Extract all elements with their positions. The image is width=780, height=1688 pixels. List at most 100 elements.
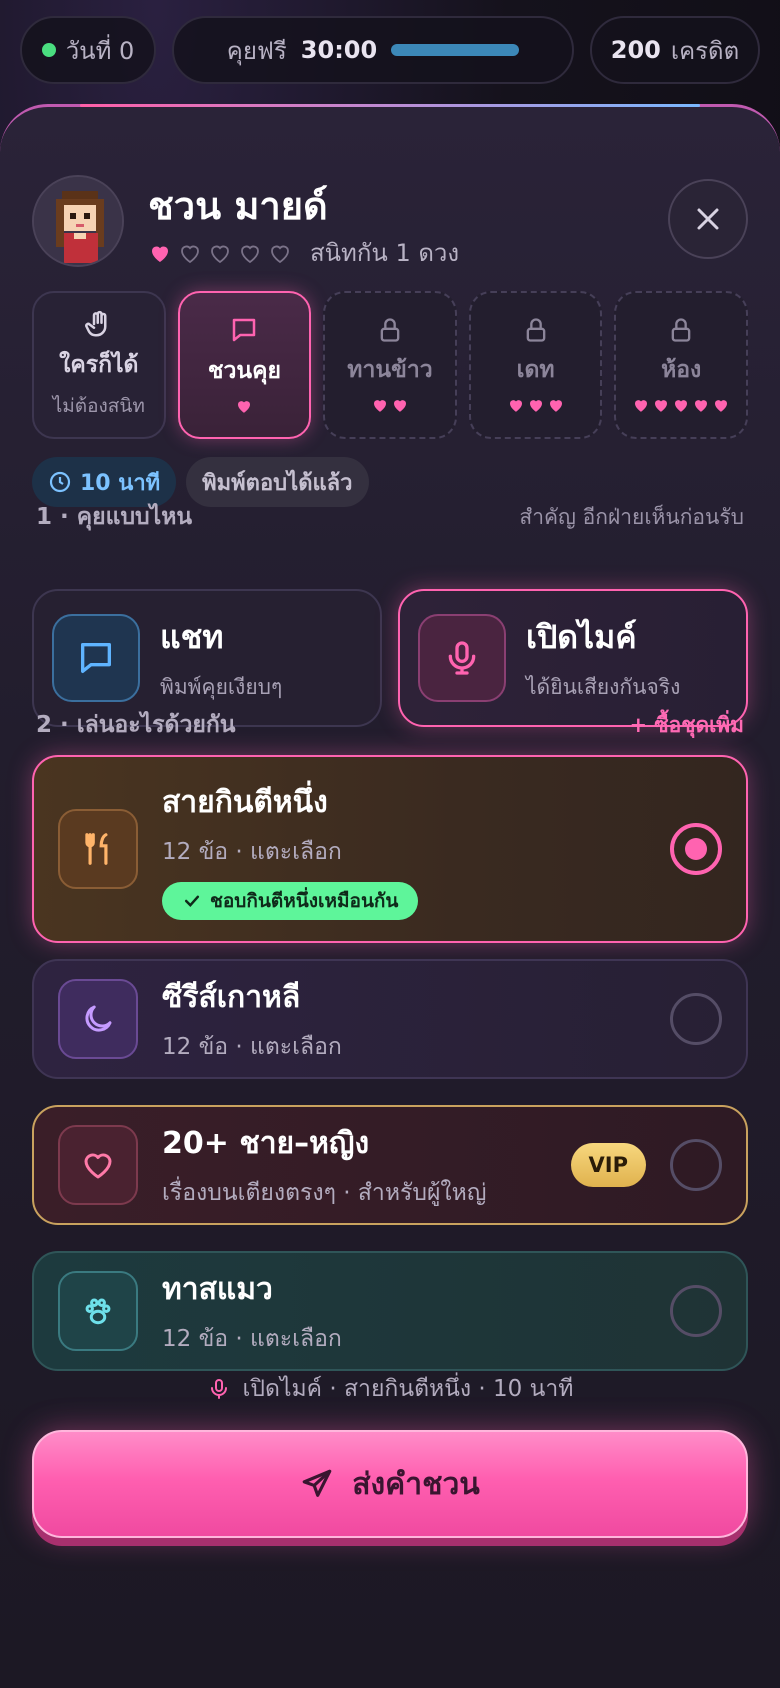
invite-type-label: ชวนคุย [207, 358, 281, 384]
lock-icon [380, 318, 400, 342]
paw-icon [85, 1298, 111, 1325]
topic-title: ซีรีส์เกาหลี [162, 979, 301, 1015]
day-pill: วันที่ 0 [20, 16, 156, 84]
heart-icon [509, 400, 522, 412]
online-dot [41, 43, 56, 57]
free-time: 30:00 [300, 36, 378, 64]
mic-icon [448, 641, 476, 675]
mode-icon-box [52, 614, 140, 702]
heart-icon [549, 400, 562, 412]
heart-empty-icon [181, 245, 199, 263]
match-badge-label: ชอบกินตีหนึ่งเหมือนกัน [210, 889, 399, 912]
send-invite-button[interactable]: ส่งคำชวน [32, 1430, 748, 1538]
topic-icon-box [58, 979, 138, 1059]
free-label: คุยฟรี [226, 36, 287, 65]
vip-badge: VIP [570, 1143, 646, 1187]
chat-icon [81, 643, 112, 673]
affinity-label: สนิทกัน 1 ดวง [310, 239, 460, 267]
invite-type-label: ทานข้าว [347, 357, 433, 383]
topic-icon-box [58, 1271, 138, 1351]
invite-type-label: ใครก็ได้ [59, 352, 139, 378]
affinity-hearts: สนิทกัน 1 ดวง [148, 233, 459, 272]
topic-title: สายกินตีหนึ่ง [162, 784, 328, 820]
heart-icon [675, 400, 688, 412]
invite-type-dinner[interactable]: ทานข้าว [323, 291, 457, 439]
send-invite-label: ส่งคำชวน [352, 1466, 480, 1502]
topic-radio[interactable] [670, 1139, 722, 1191]
status-bar: วันที่ 0 คุยฟรี 30:00 200 เครดิต [20, 16, 760, 84]
topic-icon-box [58, 809, 138, 889]
avatar [32, 175, 124, 267]
heart-icon [655, 400, 668, 412]
close-icon [697, 208, 719, 230]
credits-value: 200 [610, 36, 661, 64]
invite-type-chat[interactable]: ชวนคุย [177, 291, 312, 439]
topic-radio[interactable] [670, 993, 722, 1045]
topic-radio-selected[interactable] [670, 823, 722, 875]
avatar-image [34, 177, 122, 265]
utensils-icon [85, 833, 108, 865]
section-topic-title: 2 · เล่นอะไรด้วยกัน [36, 712, 236, 738]
mode-sub: พิมพ์คุยเงียบๆ [160, 675, 283, 699]
topic-card-late-night-food[interactable]: สายกินตีหนึ่ง 12 ข้อ · แตะเลือก ชอบกินตี… [32, 755, 748, 943]
match-badge: ชอบกินตีหนึ่งเหมือนกัน [162, 881, 419, 920]
close-button[interactable] [668, 179, 748, 259]
invite-type-sub: ไม่ต้องสนิท [52, 395, 145, 417]
heart-empty-icon [211, 245, 229, 263]
moon-icon [85, 1005, 112, 1032]
invite-type-anyone[interactable]: ใครก็ได้ ไม่ต้องสนิท [32, 291, 166, 439]
heart-icon [695, 400, 708, 412]
required-hearts [371, 396, 409, 414]
heart-icon [715, 400, 728, 412]
heart-icon [393, 400, 406, 412]
check-icon [184, 895, 200, 907]
send-icon [302, 1469, 332, 1497]
hand-icon [84, 310, 107, 337]
lock-icon [671, 318, 691, 342]
heart-icon [238, 401, 251, 413]
heart-icon [529, 400, 542, 412]
summary-text: เปิดไมค์ · สายกินตีหนึ่ง · 10 นาที [242, 1376, 574, 1402]
profile-name: ชวน มายด์ [148, 184, 328, 228]
invite-type-label: เดท [516, 357, 555, 383]
mode-title: เปิดไมค์ [526, 618, 637, 656]
duration-label: 10 นาที [80, 470, 161, 496]
section-mode-title: 1 · คุยแบบไหน [36, 504, 193, 530]
mode-mic-card[interactable]: เปิดไมค์ ได้ยินเสียงกันจริง [398, 589, 748, 727]
topic-sub: 12 ข้อ · แตะเลือก [162, 1325, 342, 1352]
free-time-bar [391, 44, 520, 56]
invite-sheet: ชวน มายด์ สนิทกัน 1 ดวง ใครก็ได้ ไม่ต้อง… [0, 104, 780, 1688]
buy-more-link[interactable]: + ซื้อชุดเพิ่ม [629, 709, 744, 742]
mode-icon-box [418, 614, 506, 702]
invite-type-room[interactable]: ห้อง [614, 291, 748, 439]
credits-pill[interactable]: 200 เครดิต [590, 16, 760, 84]
heart-empty-icon [271, 245, 289, 263]
mode-sub: ได้ยินเสียงกันจริง [526, 675, 681, 699]
lock-icon [526, 318, 545, 342]
topic-title: 20+ ชาย–หญิง [162, 1125, 370, 1161]
heart-filled-icon [152, 246, 168, 262]
section-mode-note: สำคัญ อีกฝ่ายเห็นก่อนรับ [519, 505, 744, 529]
topic-sub: เรื่องบนเตียงตรงๆ · สำหรับผู้ใหญ่ [162, 1179, 487, 1206]
topic-sub: 12 ข้อ · แตะเลือก [162, 838, 342, 865]
heart-empty-icon [241, 245, 259, 263]
heart-icon [84, 1153, 112, 1179]
topic-sub: 12 ข้อ · แตะเลือก [162, 1033, 342, 1060]
topic-card-korean-series[interactable]: ซีรีส์เกาหลี 12 ข้อ · แตะเลือก [32, 959, 748, 1079]
topic-card-adult[interactable]: 20+ ชาย–หญิง เรื่องบนเตียงตรงๆ · สำหรับผ… [32, 1105, 748, 1225]
topic-card-cat-lovers[interactable]: ทาสแมว 12 ข้อ · แตะเลือก [32, 1251, 748, 1371]
required-hearts [507, 396, 565, 414]
topic-title: ทาสแมว [162, 1271, 273, 1307]
topic-icon-box [58, 1125, 138, 1205]
mic-icon [210, 1379, 227, 1399]
topic-radio[interactable] [670, 1285, 722, 1337]
invite-type-selector: ใครก็ได้ ไม่ต้องสนิท ชวนคุย ทานข้าว เดท [32, 291, 748, 439]
chat-icon [233, 318, 256, 342]
invite-type-label: ห้อง [661, 357, 702, 383]
mode-title: แชท [160, 618, 224, 656]
day-label: วันที่ 0 [65, 36, 135, 65]
invite-summary: เปิดไมค์ · สายกินตีหนึ่ง · 10 นาที [0, 1371, 780, 1407]
required-hearts [235, 397, 253, 415]
invite-type-date[interactable]: เดท [468, 291, 603, 439]
heart-icon [635, 400, 648, 412]
